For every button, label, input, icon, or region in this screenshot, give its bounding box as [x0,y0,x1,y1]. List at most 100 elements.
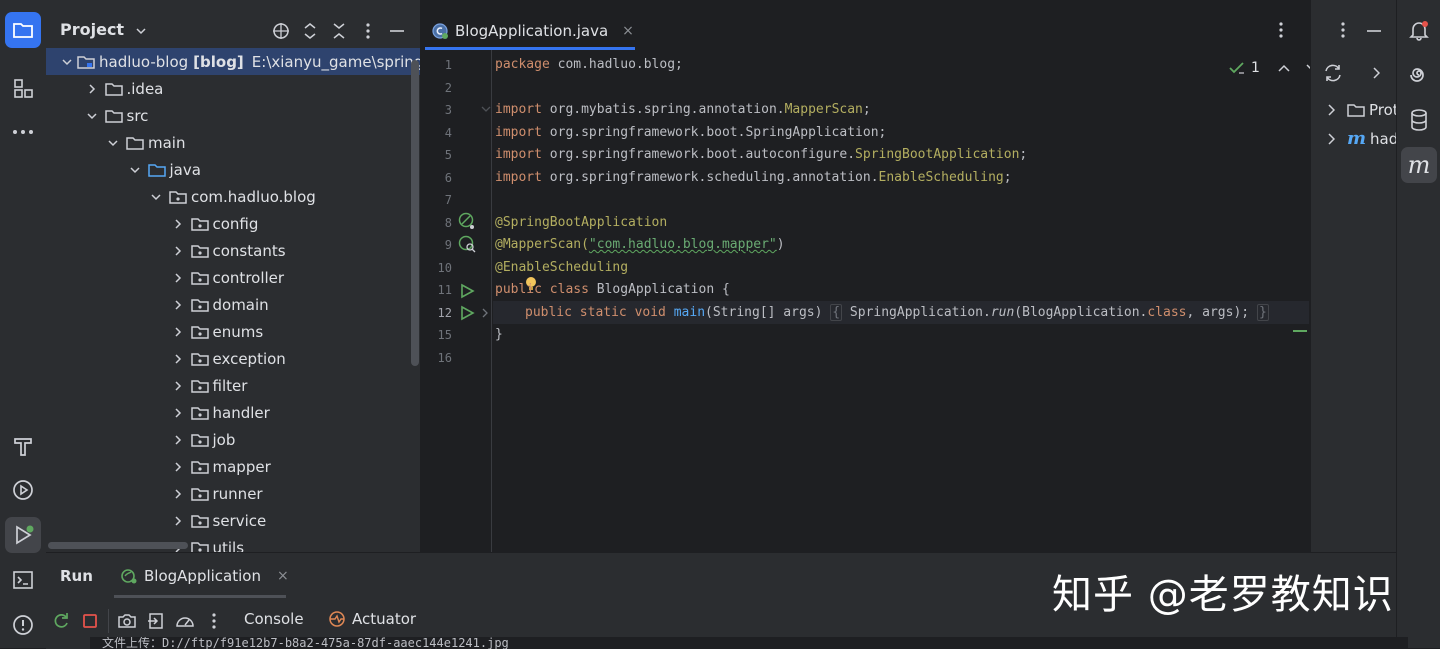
mapper-scan-gutter-icon[interactable] [458,235,476,253]
fold-collapse-icon[interactable] [481,105,491,113]
tree-item[interactable]: service [46,507,420,534]
actuator-tab[interactable]: Actuator [328,610,416,628]
chevron-right-icon[interactable] [170,432,186,448]
maven-tree-item[interactable]: Prot [1327,101,1397,119]
build-tool-button[interactable] [5,428,41,464]
ai-assistant-button[interactable] [1401,57,1437,93]
code-line-5[interactable]: import org.springframework.boot.autoconf… [495,144,1027,166]
services-tool-button[interactable] [5,472,41,508]
chevron-down-icon[interactable] [84,108,100,124]
editor-tabs-menu-button[interactable] [1279,22,1283,38]
chevron-right-icon[interactable] [170,378,186,394]
tree-item[interactable]: main [46,129,420,156]
run-main-gutter-icon[interactable] [459,305,475,321]
chevron-right-icon[interactable] [170,459,186,475]
problems-tool-button[interactable] [5,607,41,643]
project-vertical-scrollbar[interactable] [411,60,419,366]
code-line-9[interactable]: @MapperScan("com.hadluo.blog.mapper") [495,234,785,256]
spring-bean-gutter-icon[interactable] [458,212,476,230]
chevron-down-icon[interactable] [105,135,121,151]
project-view-selector[interactable]: Project [60,20,146,39]
tree-item[interactable]: mapper [46,453,420,480]
notifications-button[interactable] [1401,12,1437,48]
tree-item[interactable]: enums [46,318,420,345]
fold-expand-icon[interactable] [481,308,489,318]
project-tool-button[interactable] [5,12,41,48]
tree-item[interactable]: src [46,102,420,129]
chevron-right-icon[interactable] [170,270,186,286]
tree-item[interactable]: exception [46,345,420,372]
minimize-icon[interactable] [1367,29,1381,33]
chevron-right-icon[interactable] [170,216,186,232]
hide-panel-button[interactable] [386,20,408,42]
code-line-1[interactable]: package com.hadluo.blog; [495,54,683,76]
tree-item[interactable]: com.hadluo.blog [46,183,420,210]
tree-item[interactable]: job [46,426,420,453]
console-tab[interactable]: Console [244,610,304,628]
line-number: 3 [444,103,452,117]
folded-brace[interactable]: } [1256,304,1269,321]
chevron-right-icon[interactable] [1372,67,1380,79]
inspection-widget[interactable]: 1 [1229,60,1318,76]
run-tab-close-button[interactable]: × [277,568,289,584]
stop-button[interactable] [80,611,100,631]
profiler-button[interactable] [175,611,195,631]
code-line-6[interactable]: import org.springframework.scheduling.an… [495,167,1012,189]
code-line-4[interactable]: import org.springframework.boot.SpringAp… [495,122,886,144]
chevron-right-icon[interactable] [84,81,100,97]
tree-item[interactable]: filter [46,372,420,399]
chevron-right-icon[interactable] [170,513,186,529]
tree-item[interactable]: constants [46,237,420,264]
code-line-15[interactable]: } [495,324,503,346]
tree-item-label: handler [212,403,270,422]
terminal-tool-button[interactable] [5,562,41,598]
tree-item[interactable]: controller [46,264,420,291]
code-line-11[interactable]: public class BlogApplication { [495,279,730,301]
database-button[interactable] [1401,102,1437,138]
project-horizontal-scrollbar[interactable] [48,542,188,549]
chevron-up-icon[interactable] [1278,64,1290,72]
tree-item[interactable]: .idea [46,75,420,102]
chevron-right-icon[interactable] [170,405,186,421]
chevron-right-icon[interactable] [170,486,186,502]
chevron-down-icon[interactable] [62,54,72,70]
tab-close-button[interactable]: × [622,23,634,39]
more-options-button[interactable] [204,611,224,631]
chevron-right-icon[interactable] [170,297,186,313]
chevron-right-icon[interactable] [170,243,186,259]
maven-button[interactable]: m [1401,147,1437,183]
tree-item[interactable]: java [46,156,420,183]
more-tools-button[interactable] [5,114,41,150]
editor-tab[interactable]: BlogApplication.java × [431,12,634,50]
chevron-right-icon[interactable] [170,351,186,367]
tree-item[interactable]: hadluo-blog[blog] E:\xianyu_game\springbo [46,48,420,75]
export-button[interactable] [146,611,166,631]
folded-brace[interactable]: { [830,304,843,321]
chevron-right-icon[interactable] [170,324,186,340]
run-tool-button[interactable] [5,517,41,553]
tree-item[interactable]: runner [46,480,420,507]
run-config-tab[interactable]: BlogApplication × [120,567,289,585]
screenshot-button[interactable] [117,611,137,631]
chevron-down-icon[interactable] [148,189,164,205]
tree-item[interactable]: config [46,210,420,237]
reload-icon[interactable] [1323,64,1343,82]
maven-options-button[interactable] [1341,22,1345,38]
code-line-8[interactable]: @SpringBootApplication [495,212,667,234]
rerun-button[interactable] [51,611,71,631]
tree-item[interactable]: handler [46,399,420,426]
tree-item[interactable]: domain [46,291,420,318]
project-options-button[interactable] [357,20,379,42]
code-line-12[interactable]: public static void main(String[] args) {… [525,302,1269,324]
structure-tool-button[interactable] [5,70,41,106]
maven-tree-item[interactable]: m had [1327,128,1397,149]
code-line-10[interactable]: @EnableScheduling [495,257,628,279]
expand-all-button[interactable] [299,20,321,42]
code-line-3[interactable]: import org.mybatis.spring.annotation.Map… [495,99,871,121]
run-class-gutter-icon[interactable] [459,283,475,299]
locate-file-button[interactable] [270,20,292,42]
console-output[interactable]: 文件上传：D://ftp/f91e12b7-b8a2-475a-87df-aae… [90,637,1408,649]
collapse-all-button[interactable] [328,20,350,42]
chevron-down-icon[interactable] [127,162,143,178]
inspection-count: 1 [1251,60,1260,76]
